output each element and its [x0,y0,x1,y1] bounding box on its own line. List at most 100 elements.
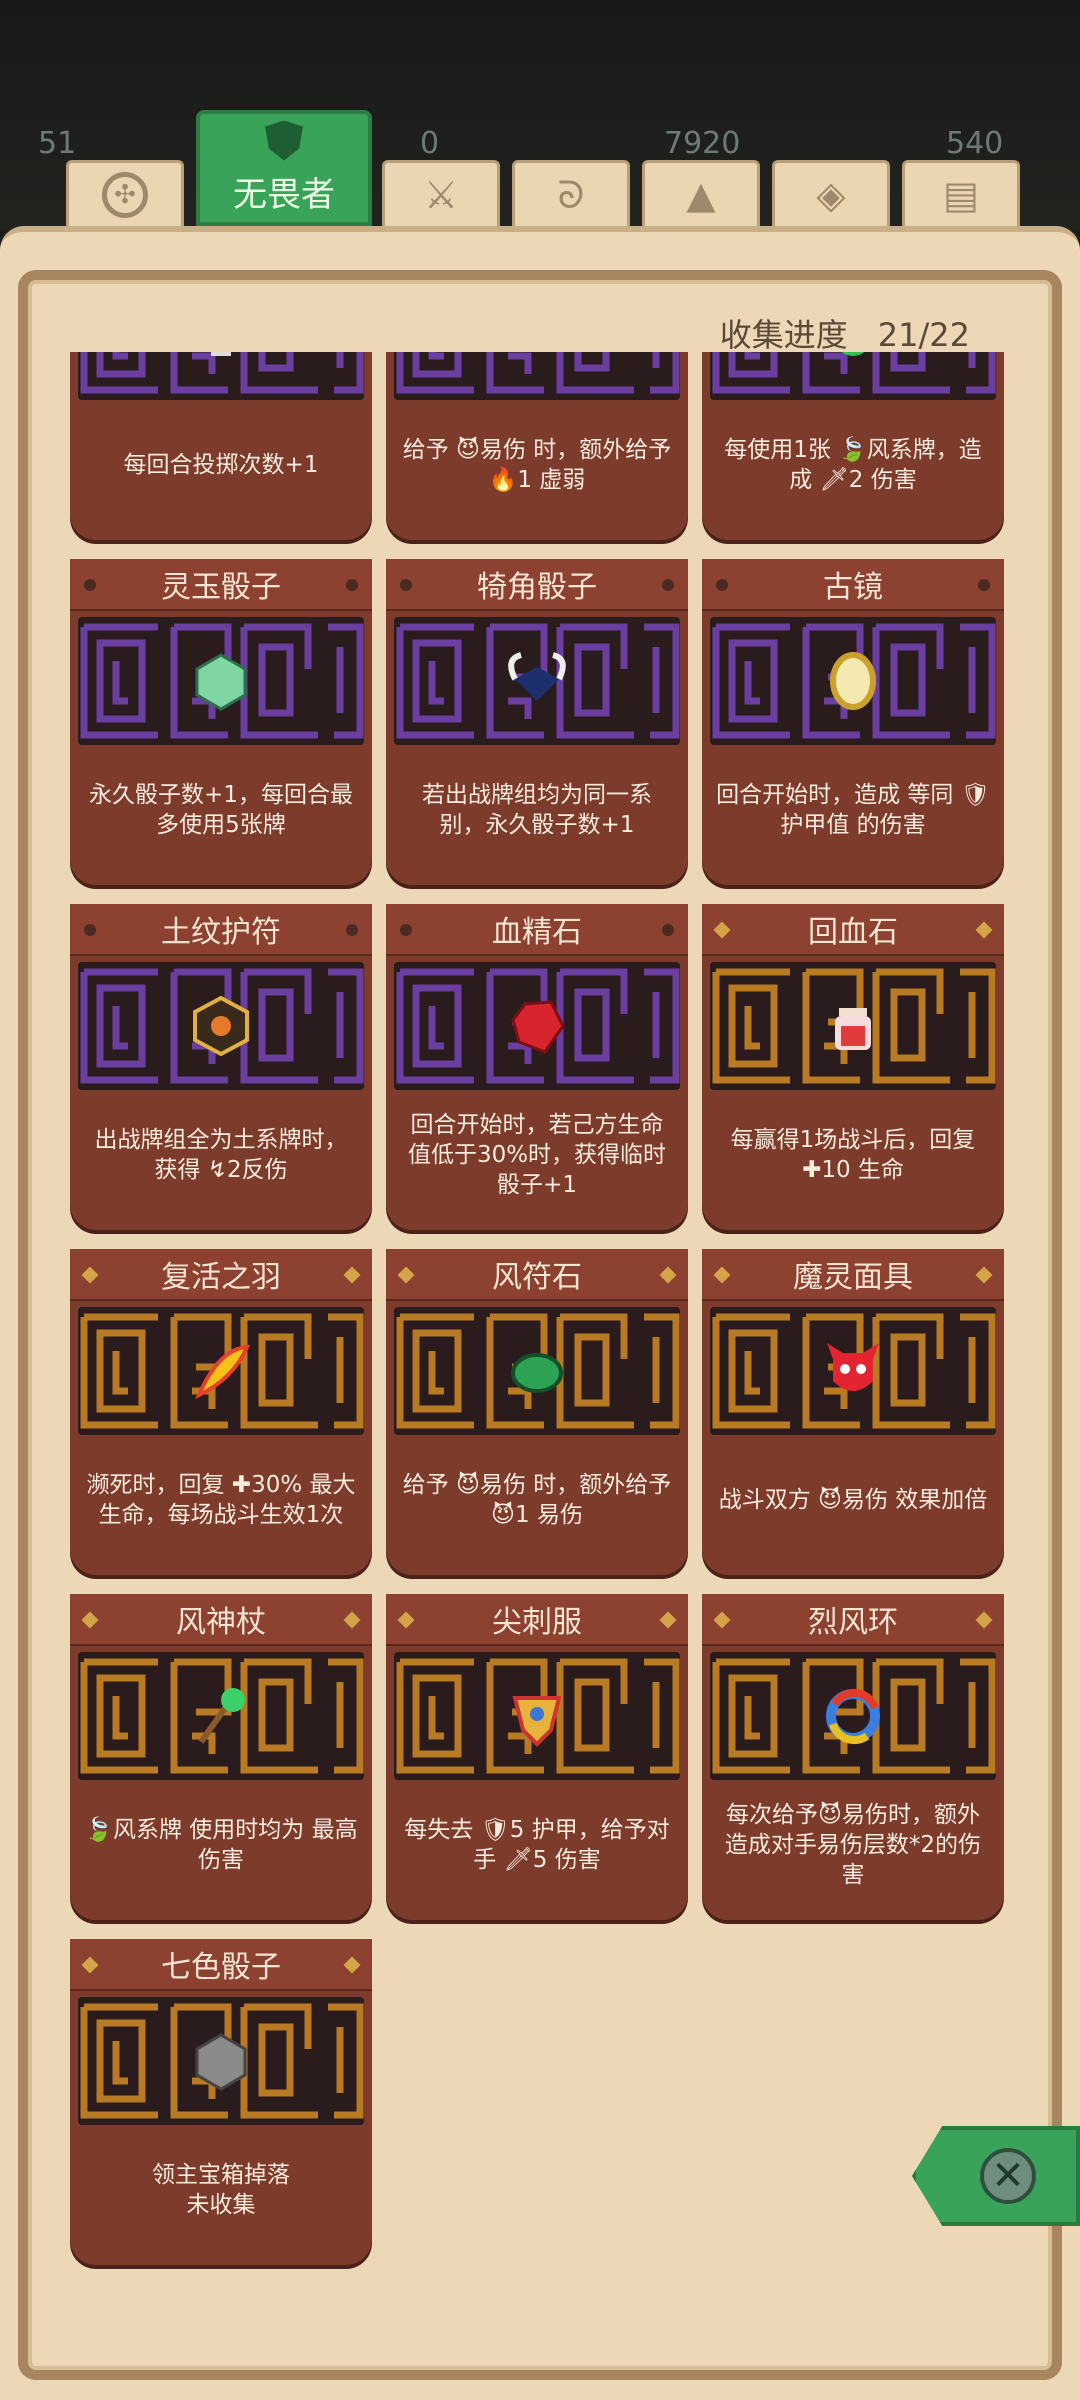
tab-wind[interactable]: ᘐ [512,160,630,226]
card-pin-icon [397,1611,415,1629]
relic-maze-panel [710,1307,996,1435]
relic-maze-panel [394,352,680,400]
relic-grid[interactable]: 每回合投掷次数+1 给予 😈易伤 时，额外给予 🔥1 虚弱 每使用1张 🍃风系牌，造… [60,352,1020,2270]
relic-name: 土纹护符 [161,915,281,950]
relic-name: 复活之羽 [161,1260,281,1295]
relic-title: 尖刺服 [386,1594,688,1646]
relic-title: 犄角骰子 [386,559,688,611]
relic-card[interactable]: 烈风环 每次给予😈易伤时，额外造成对手易伤层数*2的伤害 [702,1594,1004,1920]
card-pin-icon [81,1611,99,1629]
card-pin-icon [81,1956,99,1974]
relic-description: 回合开始时，若己方生命值低于30%时，获得临时骰子+1 [407,1112,667,1198]
close-button[interactable]: ✕ [912,2126,1080,2226]
card-pin-icon [400,579,412,591]
card-pin-icon [713,921,731,939]
relic-title: 土纹护符 [70,904,372,956]
relic-name: 古镜 [823,570,883,605]
relic-name: 灵玉骰子 [161,570,281,605]
relic-maze-panel [710,962,996,1090]
relic-maze-panel [394,617,680,745]
collection-progress: 收集进度 21/22 [720,310,970,356]
tab-fearless-label: 无畏者 [233,174,335,215]
relic-title: 风神杖 [70,1594,372,1646]
relic-title: 复活之羽 [70,1249,372,1301]
relic-title: 血精石 [386,904,688,956]
wind-staff-icon [189,1684,253,1748]
crossed-swords-icon: ⚔ [423,172,459,217]
relic-card[interactable]: 风神杖 🍃风系牌 使用时均为 最高伤害 [70,1594,372,1920]
tab-eye[interactable]: ◈ [772,160,890,226]
relic-description: 每回合投掷次数+1 [123,452,319,478]
relic-card[interactable]: 犄角骰子 若出战牌组均为同一系别，永久骰子数+1 [386,559,688,885]
card-pin-icon [975,1266,993,1284]
relic-card[interactable]: 灵玉骰子永久骰子数+1，每回合最多使用5张牌 [70,559,372,885]
relic-description: 每失去 🛡5 护甲，给予对手 🗡5 伤害 [404,1817,670,1873]
relic-maze-panel [78,1997,364,2125]
relic-card[interactable]: 七色骰子领主宝箱掉落 未收集 [70,1939,372,2265]
relic-maze-panel [394,1652,680,1780]
card-pin-icon [975,921,993,939]
relic-card[interactable]: 风符石 给予 😈易伤 时，额外给予 😈1 易伤 [386,1249,688,1575]
card-pin-icon [84,924,96,936]
relic-maze-panel [78,1652,364,1780]
relic-name: 烈风环 [808,1605,898,1640]
skull-icon [189,352,253,368]
relic-name: 尖刺服 [492,1605,582,1640]
tab-gold[interactable]: ▤ [902,160,1020,226]
card-pin-icon [662,579,674,591]
resource-3-value: 7920 [664,126,741,161]
card-pin-icon [662,924,674,936]
relic-card[interactable]: 魔灵面具 战斗双方 😈易伤 效果加倍 [702,1249,1004,1575]
relic-description: 永久骰子数+1，每回合最多使用5张牌 [89,782,353,838]
relic-description: 🍃风系牌 使用时均为 最高伤害 [84,1817,358,1873]
relic-name: 犄角骰子 [477,570,597,605]
triangle-rune-icon: ▲ [686,172,716,217]
resource-1-value: 51 [38,126,77,161]
spike-armor-icon [505,1684,569,1748]
relic-title: 回血石 [702,904,1004,956]
relic-name: 魔灵面具 [793,1260,913,1295]
relic-card[interactable]: 尖刺服每失去 🛡5 护甲，给予对手 🗡5 伤害 [386,1594,688,1920]
relic-maze-panel [394,962,680,1090]
relic-card[interactable]: 每使用1张 🍃风系牌，造成 🗡2 伤害 [702,352,1004,540]
tab-dice[interactable]: ✣ [66,160,184,226]
relic-title: 古镜 [702,559,1004,611]
relic-name: 七色骰子 [161,1950,281,1985]
card-pin-icon [81,1266,99,1284]
relic-card[interactable]: 复活之羽濒死时，回复 ✚30% 最大生命，每场战斗生效1次 [70,1249,372,1575]
relic-maze-panel [394,1307,680,1435]
relic-description: 濒死时，回复 ✚30% 最大生命，每场战斗生效1次 [86,1472,356,1528]
shield-icon [265,120,303,161]
resource-2-value: 0 [420,126,440,161]
relic-card[interactable]: 给予 😈易伤 时，额外给予 🔥1 虚弱 [386,352,688,540]
wind-stone-icon [505,1339,569,1403]
demon-mask-icon [821,1339,885,1403]
jade-dice-icon [189,649,253,713]
dice-circle-icon: ✣ [102,171,148,218]
relic-description: 领主宝箱掉落 未收集 [152,2162,290,2218]
relic-description: 每赢得1场战斗后，回复 ✚10 生命 [730,1127,976,1183]
card-pin-icon [346,579,358,591]
relic-title: 烈风环 [702,1594,1004,1646]
tab-fearless[interactable]: 无畏者 [196,110,372,226]
card-pin-icon [346,924,358,936]
relic-title: 风符石 [386,1249,688,1301]
potion-jar-icon [821,994,885,1058]
card-pin-icon [716,579,728,591]
relic-maze-panel [78,352,364,400]
tab-triangle[interactable]: ▲ [642,160,760,226]
horn-dice-icon [505,649,569,713]
relic-card[interactable]: 血精石回合开始时，若己方生命值低于30%时，获得临时骰子+1 [386,904,688,1230]
relic-card[interactable]: 每回合投掷次数+1 [70,352,372,540]
gale-ring-icon [821,1684,885,1748]
relic-card[interactable]: 古镜 回合开始时，造成 等同 🛡护甲值 的伤害 [702,559,1004,885]
eye-rune-icon: ◈ [816,172,846,217]
tab-swords[interactable]: ⚔ [382,160,500,226]
relic-card[interactable]: 土纹护符 出战牌组全为土系牌时，获得 ↯2反伤 [70,904,372,1230]
relic-name: 风符石 [492,1260,582,1295]
card-pin-icon [84,579,96,591]
relic-title: 灵玉骰子 [70,559,372,611]
leaf-orb-icon [821,352,885,368]
relic-card[interactable]: 回血石每赢得1场战斗后，回复 ✚10 生命 [702,904,1004,1230]
relic-name: 血精石 [492,915,582,950]
